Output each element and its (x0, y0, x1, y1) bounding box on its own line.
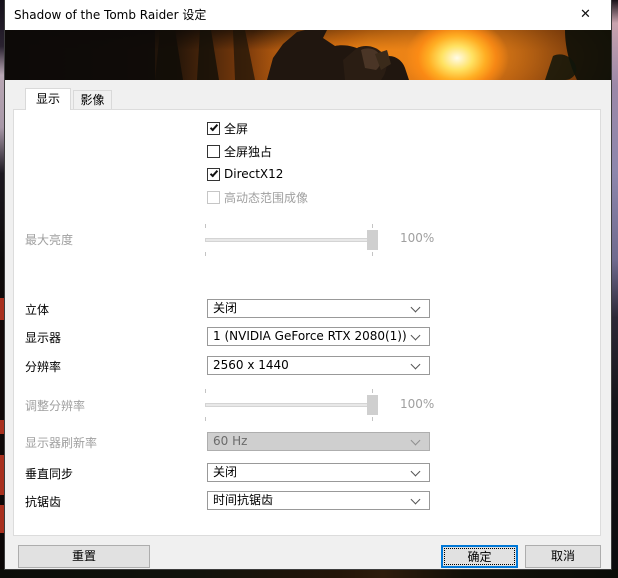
checkmark-icon (209, 168, 219, 177)
refresh-rate-dropdown: 60 Hz (207, 432, 430, 451)
settings-dialog: Shadow of the Tomb Raider 设定 ✕ 显示 影像 全屏 … (5, 0, 611, 569)
chevron-down-icon (410, 466, 421, 477)
dropdown-value: 时间抗锯齿 (213, 493, 274, 507)
game-background-bottom (0, 569, 618, 578)
checkbox-label: 全屏 (224, 121, 249, 136)
slider-thumb (367, 395, 378, 415)
reset-button[interactable]: 重置 (18, 545, 150, 568)
screen: Shadow of the Tomb Raider 设定 ✕ 显示 影像 全屏 … (0, 0, 618, 578)
slider-tick (205, 224, 206, 228)
close-icon[interactable]: ✕ (563, 0, 608, 30)
checkbox-label: 全屏独占 (224, 144, 273, 159)
banner-artwork (5, 30, 611, 80)
checkbox-box (207, 144, 220, 158)
resolution-scale-label: 调整分辨率 (25, 399, 86, 413)
dropdown-value: 2560 x 1440 (213, 358, 289, 372)
checkbox-box (207, 121, 220, 135)
slider-tick (372, 417, 373, 421)
chevron-down-icon (410, 435, 421, 446)
slider-tick (205, 389, 206, 393)
slider-tick (205, 252, 206, 256)
resolution-dropdown[interactable]: 2560 x 1440 (207, 356, 430, 375)
checkbox-label: 高动态范围成像 (224, 190, 309, 205)
slider-tick (372, 252, 373, 256)
checkbox-box (207, 190, 220, 204)
banner-image (5, 30, 611, 80)
max-brightness-label: 最大亮度 (25, 233, 74, 247)
dropdown-value: 关闭 (213, 301, 238, 315)
tab-graphics[interactable]: 影像 (73, 90, 112, 109)
slider-track (205, 238, 378, 242)
dropdown-value: 关闭 (213, 465, 238, 479)
slider-tick (372, 389, 373, 393)
hdr-checkbox: 高动态范围成像 (207, 189, 308, 205)
resolution-label: 分辨率 (25, 360, 62, 374)
vsync-dropdown[interactable]: 关闭 (207, 463, 430, 482)
stereo-dropdown[interactable]: 关闭 (207, 299, 430, 318)
slider-thumb (367, 230, 378, 250)
chevron-down-icon (410, 359, 421, 370)
directx12-checkbox[interactable]: DirectX12 (207, 166, 283, 182)
tab-display[interactable]: 显示 (25, 88, 71, 110)
checkmark-icon (209, 122, 219, 131)
display-dropdown[interactable]: 1 (NVIDIA GeForce RTX 2080(1)) (207, 327, 430, 346)
chevron-down-icon (410, 494, 421, 505)
title-bar: Shadow of the Tomb Raider 设定 ✕ (5, 0, 611, 30)
max-brightness-value: 100% (400, 231, 435, 245)
exclusive-fullscreen-checkbox[interactable]: 全屏独占 (207, 143, 272, 159)
slider-tick (372, 224, 373, 228)
fullscreen-checkbox[interactable]: 全屏 (207, 120, 248, 136)
dropdown-value: 60 Hz (213, 434, 248, 448)
checkbox-label: DirectX12 (224, 167, 284, 181)
checkbox-box (207, 167, 220, 181)
ok-button[interactable]: 确定 (441, 545, 518, 568)
slider-track (205, 403, 378, 407)
vsync-label: 垂直同步 (25, 467, 74, 481)
game-background-right (611, 0, 618, 578)
stereo-label: 立体 (25, 303, 50, 317)
resolution-scale-slider (202, 389, 388, 421)
slider-tick (205, 417, 206, 421)
chevron-down-icon (410, 302, 421, 313)
antialiasing-label: 抗锯齿 (25, 495, 62, 509)
antialiasing-dropdown[interactable]: 时间抗锯齿 (207, 491, 430, 510)
refresh-rate-label: 显示器刷新率 (25, 436, 98, 450)
dropdown-value: 1 (NVIDIA GeForce RTX 2080(1)) (213, 329, 407, 343)
chevron-down-icon (410, 330, 421, 341)
max-brightness-slider (202, 224, 388, 256)
window-title: Shadow of the Tomb Raider 设定 (14, 8, 207, 22)
resolution-scale-value: 100% (400, 397, 435, 411)
display-label: 显示器 (25, 331, 62, 345)
cancel-button[interactable]: 取消 (525, 545, 601, 568)
